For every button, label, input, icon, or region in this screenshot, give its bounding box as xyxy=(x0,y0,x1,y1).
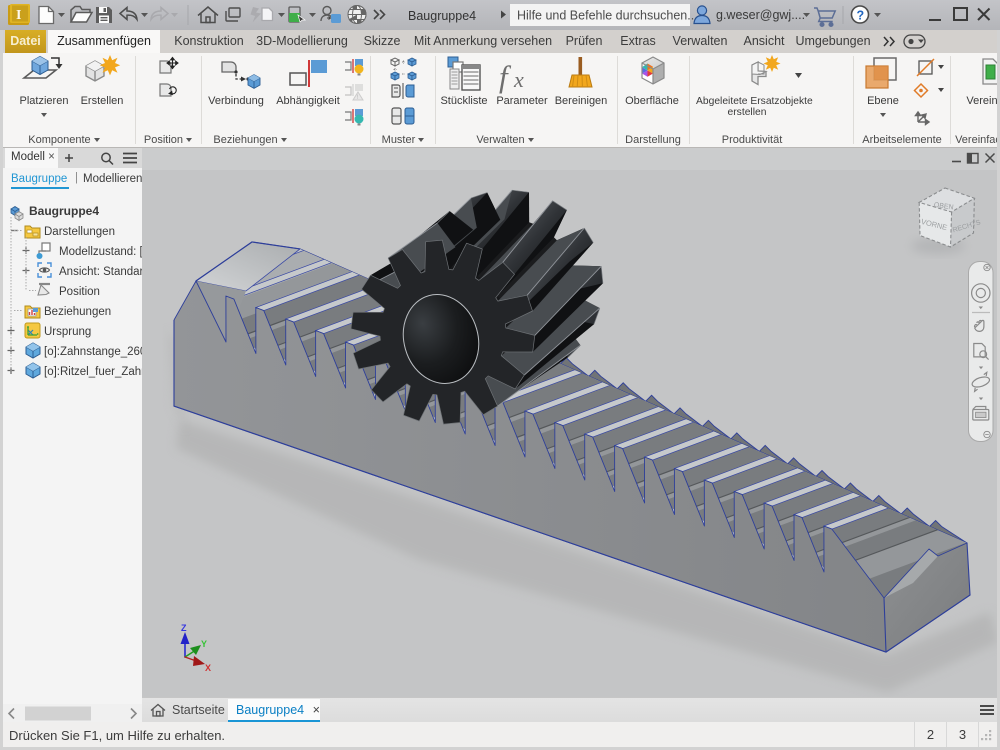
svg-text:Baugruppe4: Baugruppe4 xyxy=(408,9,476,23)
svg-text:Darstellungen: Darstellungen xyxy=(44,226,115,238)
svg-text:Modellzustand: [Pr: Modellzustand: [Pr xyxy=(59,246,142,258)
svg-text:x: x xyxy=(513,67,524,92)
svg-text:Hilfe und Befehle durchsuchen.: Hilfe und Befehle durchsuchen... xyxy=(517,9,698,23)
svg-text:f: f xyxy=(499,59,512,94)
svg-text:Z: Z xyxy=(181,623,187,633)
svg-text:Ansicht: Standard: Ansicht: Standard xyxy=(59,266,142,278)
svg-text:Ursprung: Ursprung xyxy=(44,326,91,338)
svg-text:?: ? xyxy=(857,9,865,23)
svg-text:!: ! xyxy=(357,94,359,101)
svg-text:X: X xyxy=(205,663,211,673)
svg-text:I: I xyxy=(16,8,21,23)
svg-text:Beziehungen: Beziehungen xyxy=(44,306,111,318)
svg-text:g.weser@gwj....: g.weser@gwj.... xyxy=(716,8,805,22)
svg-text:[o]:Ritzel_fuer_Zahns: [o]:Ritzel_fuer_Zahns xyxy=(44,366,142,378)
svg-text:[o]:Zahnstange_2602: [o]:Zahnstange_2602 xyxy=(44,346,142,358)
svg-text:Position: Position xyxy=(59,286,100,298)
svg-text:Y: Y xyxy=(201,639,207,649)
svg-text:Baugruppe4: Baugruppe4 xyxy=(29,204,99,218)
